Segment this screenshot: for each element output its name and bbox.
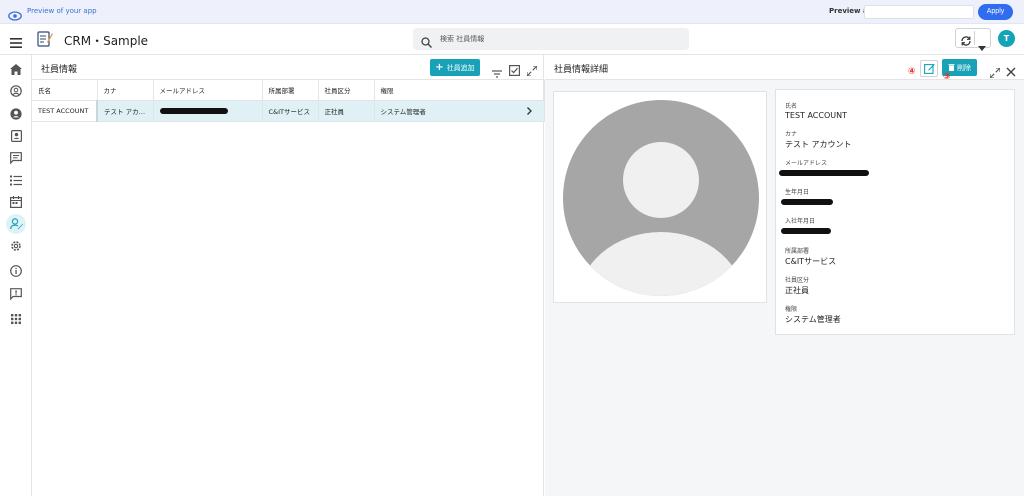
cell-role: システム管理者 (374, 100, 545, 122)
field-value: テスト アカウント (785, 140, 852, 149)
employee-table: 氏名 カナ メールアドレス 所属部署 社員区分 権限 TEST ACCOUNT … (32, 80, 545, 122)
redaction-mark (781, 199, 833, 205)
plus-icon: + (435, 61, 444, 73)
preview-text: Preview of your app (27, 7, 97, 15)
sync-icon[interactable] (960, 32, 972, 51)
redaction-mark (779, 170, 869, 176)
cell-category: 正社員 (318, 100, 375, 122)
divider (974, 31, 975, 45)
expand-icon[interactable] (526, 61, 538, 80)
search-bar[interactable]: 検索 社員情報 (413, 28, 689, 50)
field-label: メールアドレス (785, 160, 828, 167)
sidebar (0, 55, 32, 496)
preview-as-input[interactable] (864, 5, 974, 19)
apps-grid-icon[interactable] (6, 309, 26, 329)
cell-email (153, 100, 263, 122)
search-placeholder: 検索 社員情報 (440, 35, 485, 43)
checkbox-select-icon[interactable] (509, 61, 521, 80)
field-value: システム管理者 (785, 315, 841, 324)
delete-label: 削除 (957, 63, 971, 72)
add-employee-label: 社員追加 (446, 63, 475, 72)
detail-toolbar: 社員情報詳細 ④ 削除 ③ (545, 55, 1024, 82)
chevron-down-icon[interactable] (978, 36, 986, 55)
field-name: 氏名 TEST ACCOUNT (785, 101, 847, 120)
eye-icon (8, 6, 22, 25)
field-label: 社員区分 (785, 277, 810, 284)
app-title: CRM・Sample (64, 34, 149, 48)
cell-name: TEST ACCOUNT (32, 100, 98, 122)
task-list-icon[interactable] (6, 170, 26, 190)
redaction-mark (159, 107, 228, 114)
app-logo-icon (37, 30, 53, 51)
annotation-marker-edit: ④ (908, 67, 916, 77)
field-email: メールアドレス (779, 158, 869, 176)
cell-department: C&ITサービス (262, 100, 319, 122)
contact-card-icon[interactable] (6, 126, 26, 146)
chat-icon[interactable] (6, 148, 26, 168)
chevron-right-icon[interactable] (526, 106, 532, 117)
sync-control[interactable] (955, 28, 991, 51)
field-role: 権限 システム管理者 (785, 304, 841, 325)
field-category: 社員区分 正社員 (785, 275, 809, 296)
hamburger-menu-icon[interactable] (10, 33, 22, 52)
field-label: カナ (785, 131, 798, 138)
field-value: C&ITサービス (785, 257, 837, 266)
user-avatar[interactable]: T (998, 30, 1015, 47)
trash-icon (948, 63, 955, 73)
column-header-email[interactable]: メールアドレス (153, 80, 263, 101)
employee-list-pane: 社員情報 + 社員追加 氏名 カナ メールアドレス 所属部署 社員区分 権限 T… (32, 55, 545, 496)
column-header-category[interactable]: 社員区分 (318, 80, 375, 101)
cell-kana: テスト アカ… (97, 100, 154, 122)
edit-button[interactable] (920, 60, 938, 77)
search-icon (421, 33, 432, 52)
list-title: 社員情報 (41, 65, 78, 75)
feedback-icon[interactable] (6, 284, 26, 304)
profile-photo-card (553, 91, 767, 303)
expand-icon[interactable] (989, 63, 1001, 82)
account-circle-icon[interactable] (6, 81, 26, 101)
settings-icon[interactable] (6, 236, 26, 256)
field-label: 入社年月日 (785, 218, 816, 225)
annotation-marker-delete: ③ (943, 72, 951, 82)
field-label: 権限 (785, 306, 798, 313)
table-row[interactable]: TEST ACCOUNT テスト アカ… C&ITサービス 正社員 システム管理… (32, 100, 545, 122)
redaction-mark (781, 228, 831, 234)
list-toolbar: 社員情報 + 社員追加 (32, 55, 543, 80)
app-header: CRM・Sample 検索 社員情報 T (0, 24, 1024, 55)
info-icon[interactable] (6, 261, 26, 281)
field-label: 所属部署 (785, 248, 810, 255)
column-header-kana[interactable]: カナ (97, 80, 154, 101)
cell-role-text: システム管理者 (380, 107, 426, 116)
employee-info-card: 氏名 TEST ACCOUNT カナ テスト アカウント メールアドレス 生年月… (775, 89, 1015, 335)
default-avatar-icon (554, 92, 768, 308)
home-icon[interactable] (6, 59, 26, 79)
field-kana: カナ テスト アカウント (785, 129, 852, 150)
add-employee-button[interactable]: + 社員追加 (430, 59, 480, 76)
column-header-department[interactable]: 所属部署 (262, 80, 319, 101)
column-header-name[interactable]: 氏名 (32, 80, 98, 101)
field-department: 所属部署 C&ITサービス (785, 246, 836, 267)
employee-icon[interactable] (6, 214, 26, 234)
preview-bar: Preview of your app Preview as: Apply (0, 0, 1024, 24)
detail-title: 社員情報詳細 (554, 65, 609, 75)
field-value: TEST ACCOUNT (785, 111, 847, 120)
field-label: 生年月日 (785, 189, 810, 196)
employee-detail-pane: 社員情報詳細 ④ 削除 ③ 氏名 TEST ACCOUNT カナ テスト アカウ… (545, 55, 1024, 496)
field-hire-date: 入社年月日 (781, 216, 831, 234)
column-header-role[interactable]: 権限 (374, 80, 545, 101)
calendar-icon[interactable] (6, 192, 26, 212)
person-circle-icon[interactable] (6, 104, 26, 124)
apply-button[interactable]: Apply (978, 4, 1013, 20)
close-icon[interactable] (1006, 62, 1016, 81)
edit-icon (923, 59, 935, 78)
table-header-row: 氏名 カナ メールアドレス 所属部署 社員区分 権限 (32, 80, 545, 101)
field-value: 正社員 (785, 286, 809, 295)
field-label: 氏名 (785, 103, 798, 110)
field-birthdate: 生年月日 (781, 187, 833, 205)
